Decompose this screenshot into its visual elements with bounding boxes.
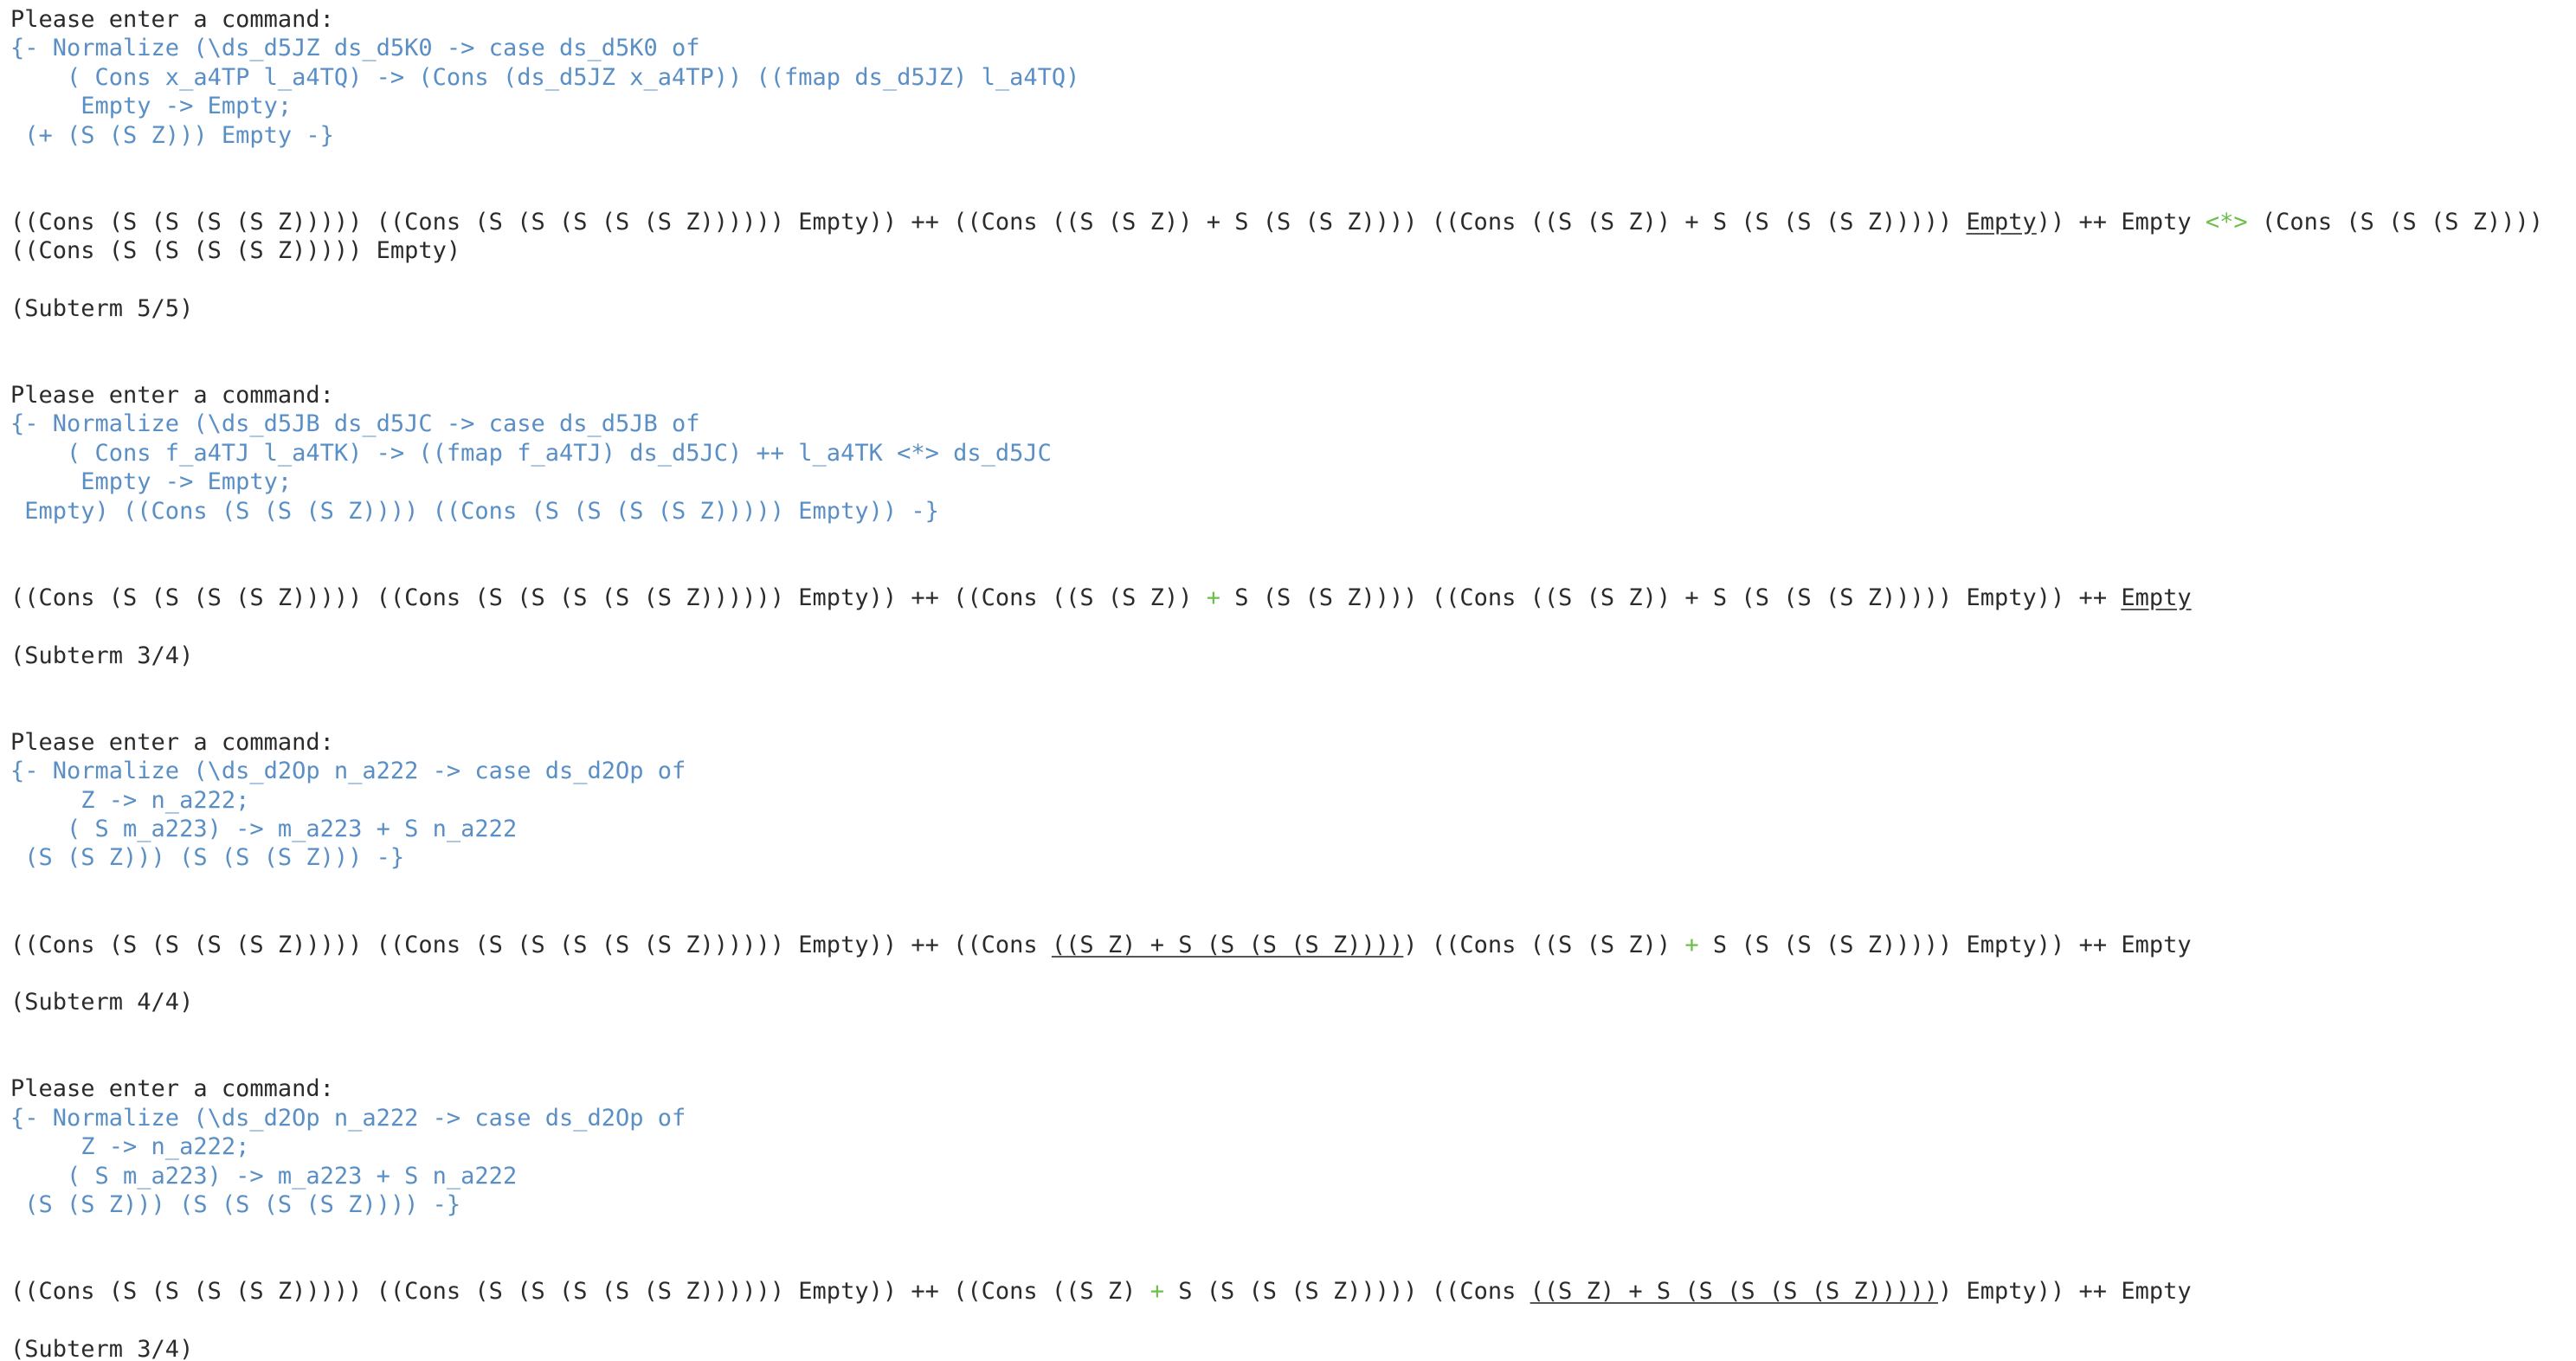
term-line: ((Cons (S (S (S (S Z))))) ((Cons (S (S (… xyxy=(10,931,2576,959)
comment-text: {- Normalize (\ds_d2Op n_a222 -> case ds… xyxy=(10,1104,686,1132)
comment-line: (S (S Z))) (S (S (S Z))) -} xyxy=(10,843,2576,872)
text-segment: (Subterm 3/4) xyxy=(10,1335,194,1361)
comment-line: Empty -> Empty; xyxy=(10,92,2576,120)
comment-line: Empty) ((Cons (S (S (S Z)))) ((Cons (S (… xyxy=(10,497,2576,526)
comment-text: {- Normalize (\ds_d5JB ds_d5JC -> case d… xyxy=(10,410,700,438)
comment-text: Empty -> Empty; xyxy=(10,93,293,120)
comment-text: {- Normalize (\ds_d5JZ ds_d5K0 -> case d… xyxy=(10,35,700,62)
comment-line: {- Normalize (\ds_d2Op n_a222 -> case ds… xyxy=(10,757,2576,785)
comment-text: {- Normalize (\ds_d2Op n_a222 -> case ds… xyxy=(10,758,686,785)
comment-line: Z -> n_a222; xyxy=(10,786,2576,815)
text-segment: ((Cons (S (S (S (S Z))))) ((Cons (S (S (… xyxy=(10,208,1967,235)
comment-line: ( Cons f_a4TJ l_a4TK) -> ((fmap f_a4TJ) … xyxy=(10,439,2576,468)
subterm-line: (Subterm 5/5) xyxy=(10,294,2576,323)
prompt-line: Please enter a command: xyxy=(10,5,2576,34)
text-segment: Please enter a command: xyxy=(10,728,334,756)
comment-text: (S (S Z))) (S (S (S Z))) -} xyxy=(10,844,405,872)
comment-line: {- Normalize (\ds_d5JZ ds_d5K0 -> case d… xyxy=(10,34,2576,62)
comment-line: ( S m_a223) -> m_a223 + S n_a222 xyxy=(10,1162,2576,1190)
text-segment: ) Empty)) ++ Empty xyxy=(1938,1278,2192,1306)
terminal-output[interactable]: Please enter a command: {- Normalize (\ds… xyxy=(0,0,2576,1361)
text-segment: (Subterm 4/4) xyxy=(10,989,194,1016)
term-line: ((Cons (S (S (S (S Z))))) ((Cons (S (S (… xyxy=(10,208,2576,236)
text-segment: ((Cons (S (S (S (S Z))))) Empty) xyxy=(10,237,461,265)
comment-text: Z -> n_a222; xyxy=(10,1133,250,1161)
comment-text: Empty) ((Cons (S (S (S Z)))) ((Cons (S (… xyxy=(10,497,939,525)
highlighted-operator: + xyxy=(1684,931,1699,958)
subterm-line: (Subterm 4/4) xyxy=(10,988,2576,1016)
underlined-subterm: ((S Z) + S (S (S (S (S Z))))) xyxy=(1530,1278,1938,1306)
prompt-line: Please enter a command: xyxy=(10,1074,2576,1103)
highlighted-operator: <*> xyxy=(2205,208,2248,235)
text-segment: (Subterm 3/4) xyxy=(10,642,194,669)
term-line: ((Cons (S (S (S (S Z))))) ((Cons (S (S (… xyxy=(10,1277,2576,1306)
text-segment: )) ++ Empty xyxy=(2036,208,2206,235)
text-segment: (Subterm 5/5) xyxy=(10,294,194,322)
text-segment: (Cons (S (S (S Z)))) xyxy=(2247,208,2544,235)
term-line: ((Cons (S (S (S (S Z))))) Empty) xyxy=(10,236,2576,265)
comment-line: (S (S Z))) (S (S (S (S Z)))) -} xyxy=(10,1190,2576,1219)
comment-text: ( Cons x_a4TP l_a4TQ) -> (Cons (ds_d5JZ … xyxy=(10,63,1080,91)
text-segment: S (S (S (S Z))))) Empty)) ++ Empty xyxy=(1698,931,2192,958)
text-segment: ) ((Cons ((S (S Z)) xyxy=(1403,931,1685,958)
comment-line: ( S m_a223) -> m_a223 + S n_a222 xyxy=(10,815,2576,843)
comment-line: {- Normalize (\ds_d2Op n_a222 -> case ds… xyxy=(10,1104,2576,1132)
prompt-line: Please enter a command: xyxy=(10,728,2576,757)
comment-line: Z -> n_a222; xyxy=(10,1132,2576,1161)
comment-line: (+ (S (S Z))) Empty -} xyxy=(10,121,2576,150)
highlighted-operator: + xyxy=(1206,584,1220,611)
comment-text: (S (S Z))) (S (S (S (S Z)))) -} xyxy=(10,1191,461,1219)
text-segment: S (S (S (S Z))))) ((Cons xyxy=(1163,1278,1530,1306)
comment-text: ( Cons f_a4TJ l_a4TK) -> ((fmap f_a4TJ) … xyxy=(10,439,1052,467)
comment-text: Empty -> Empty; xyxy=(10,468,293,496)
text-segment: S (S (S Z)))) ((Cons ((S (S Z)) + S (S (… xyxy=(1220,584,2122,611)
text-segment: Please enter a command: xyxy=(10,6,334,33)
comment-line: ( Cons x_a4TP l_a4TQ) -> (Cons (ds_d5JZ … xyxy=(10,63,2576,92)
comment-text: Z -> n_a222; xyxy=(10,786,250,814)
text-segment: Please enter a command: xyxy=(10,1075,334,1103)
comment-text: (+ (S (S Z))) Empty -} xyxy=(10,121,334,149)
underlined-subterm: ((S Z) + S (S (S (S Z)))) xyxy=(1051,931,1404,958)
subterm-line: (Subterm 3/4) xyxy=(10,1335,2576,1361)
underlined-subterm: Empty xyxy=(2121,584,2192,611)
comment-line: {- Normalize (\ds_d5JB ds_d5JC -> case d… xyxy=(10,410,2576,438)
term-line: ((Cons (S (S (S (S Z))))) ((Cons (S (S (… xyxy=(10,584,2576,612)
comment-text: ( S m_a223) -> m_a223 + S n_a222 xyxy=(10,1162,518,1190)
subterm-line: (Subterm 3/4) xyxy=(10,642,2576,670)
prompt-line: Please enter a command: xyxy=(10,381,2576,410)
text-segment: Please enter a command: xyxy=(10,382,334,410)
comment-line: Empty -> Empty; xyxy=(10,468,2576,496)
highlighted-operator: + xyxy=(1150,1278,1164,1306)
text-segment: ((Cons (S (S (S (S Z))))) ((Cons (S (S (… xyxy=(10,931,1052,958)
comment-text: ( S m_a223) -> m_a223 + S n_a222 xyxy=(10,815,518,842)
text-segment: ((Cons (S (S (S (S Z))))) ((Cons (S (S (… xyxy=(10,584,1207,611)
text-segment: ((Cons (S (S (S (S Z))))) ((Cons (S (S (… xyxy=(10,1278,1150,1306)
underlined-subterm: Empty xyxy=(1966,208,2037,235)
